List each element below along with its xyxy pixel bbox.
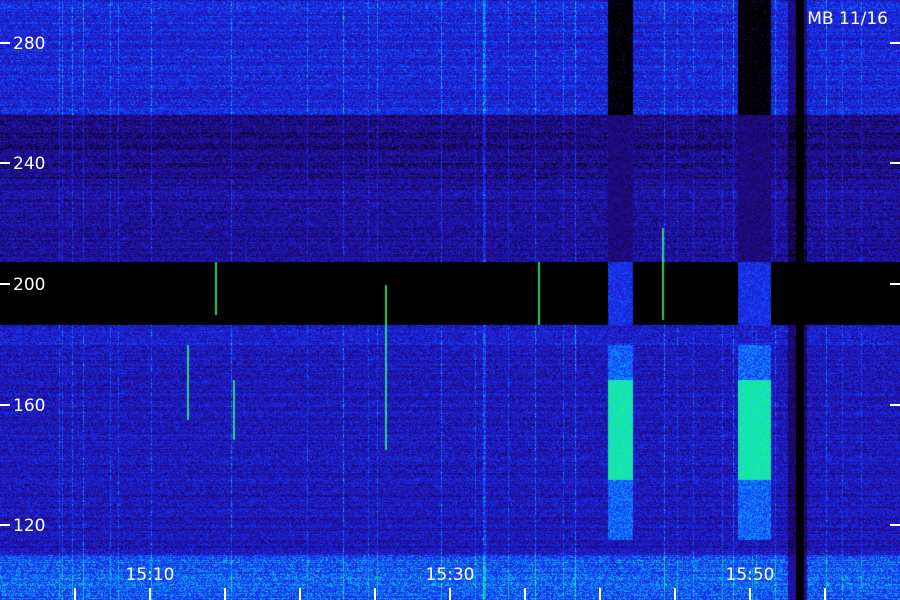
chart-title: MB 11/16 — [807, 9, 888, 29]
y-tick-label: 200 — [13, 275, 45, 295]
x-tick-label: 15:30 — [426, 565, 475, 585]
y-tick-label: 280 — [13, 34, 45, 54]
y-tick-label: 240 — [13, 154, 45, 174]
y-tick-label: 120 — [13, 516, 45, 536]
x-axis-ticks: 15:10 15:30 15:50 — [74, 565, 826, 600]
chart-overlay: 280 240 200 160 120 15:10 15:30 15:50 MB 11/16 — [0, 9, 900, 600]
x-tick-label: 15:50 — [726, 565, 775, 585]
y-tick-label: 160 — [13, 396, 45, 416]
x-tick-label: 15:10 — [126, 565, 175, 585]
y-axis-ticks: 280 240 200 160 120 — [0, 34, 900, 536]
